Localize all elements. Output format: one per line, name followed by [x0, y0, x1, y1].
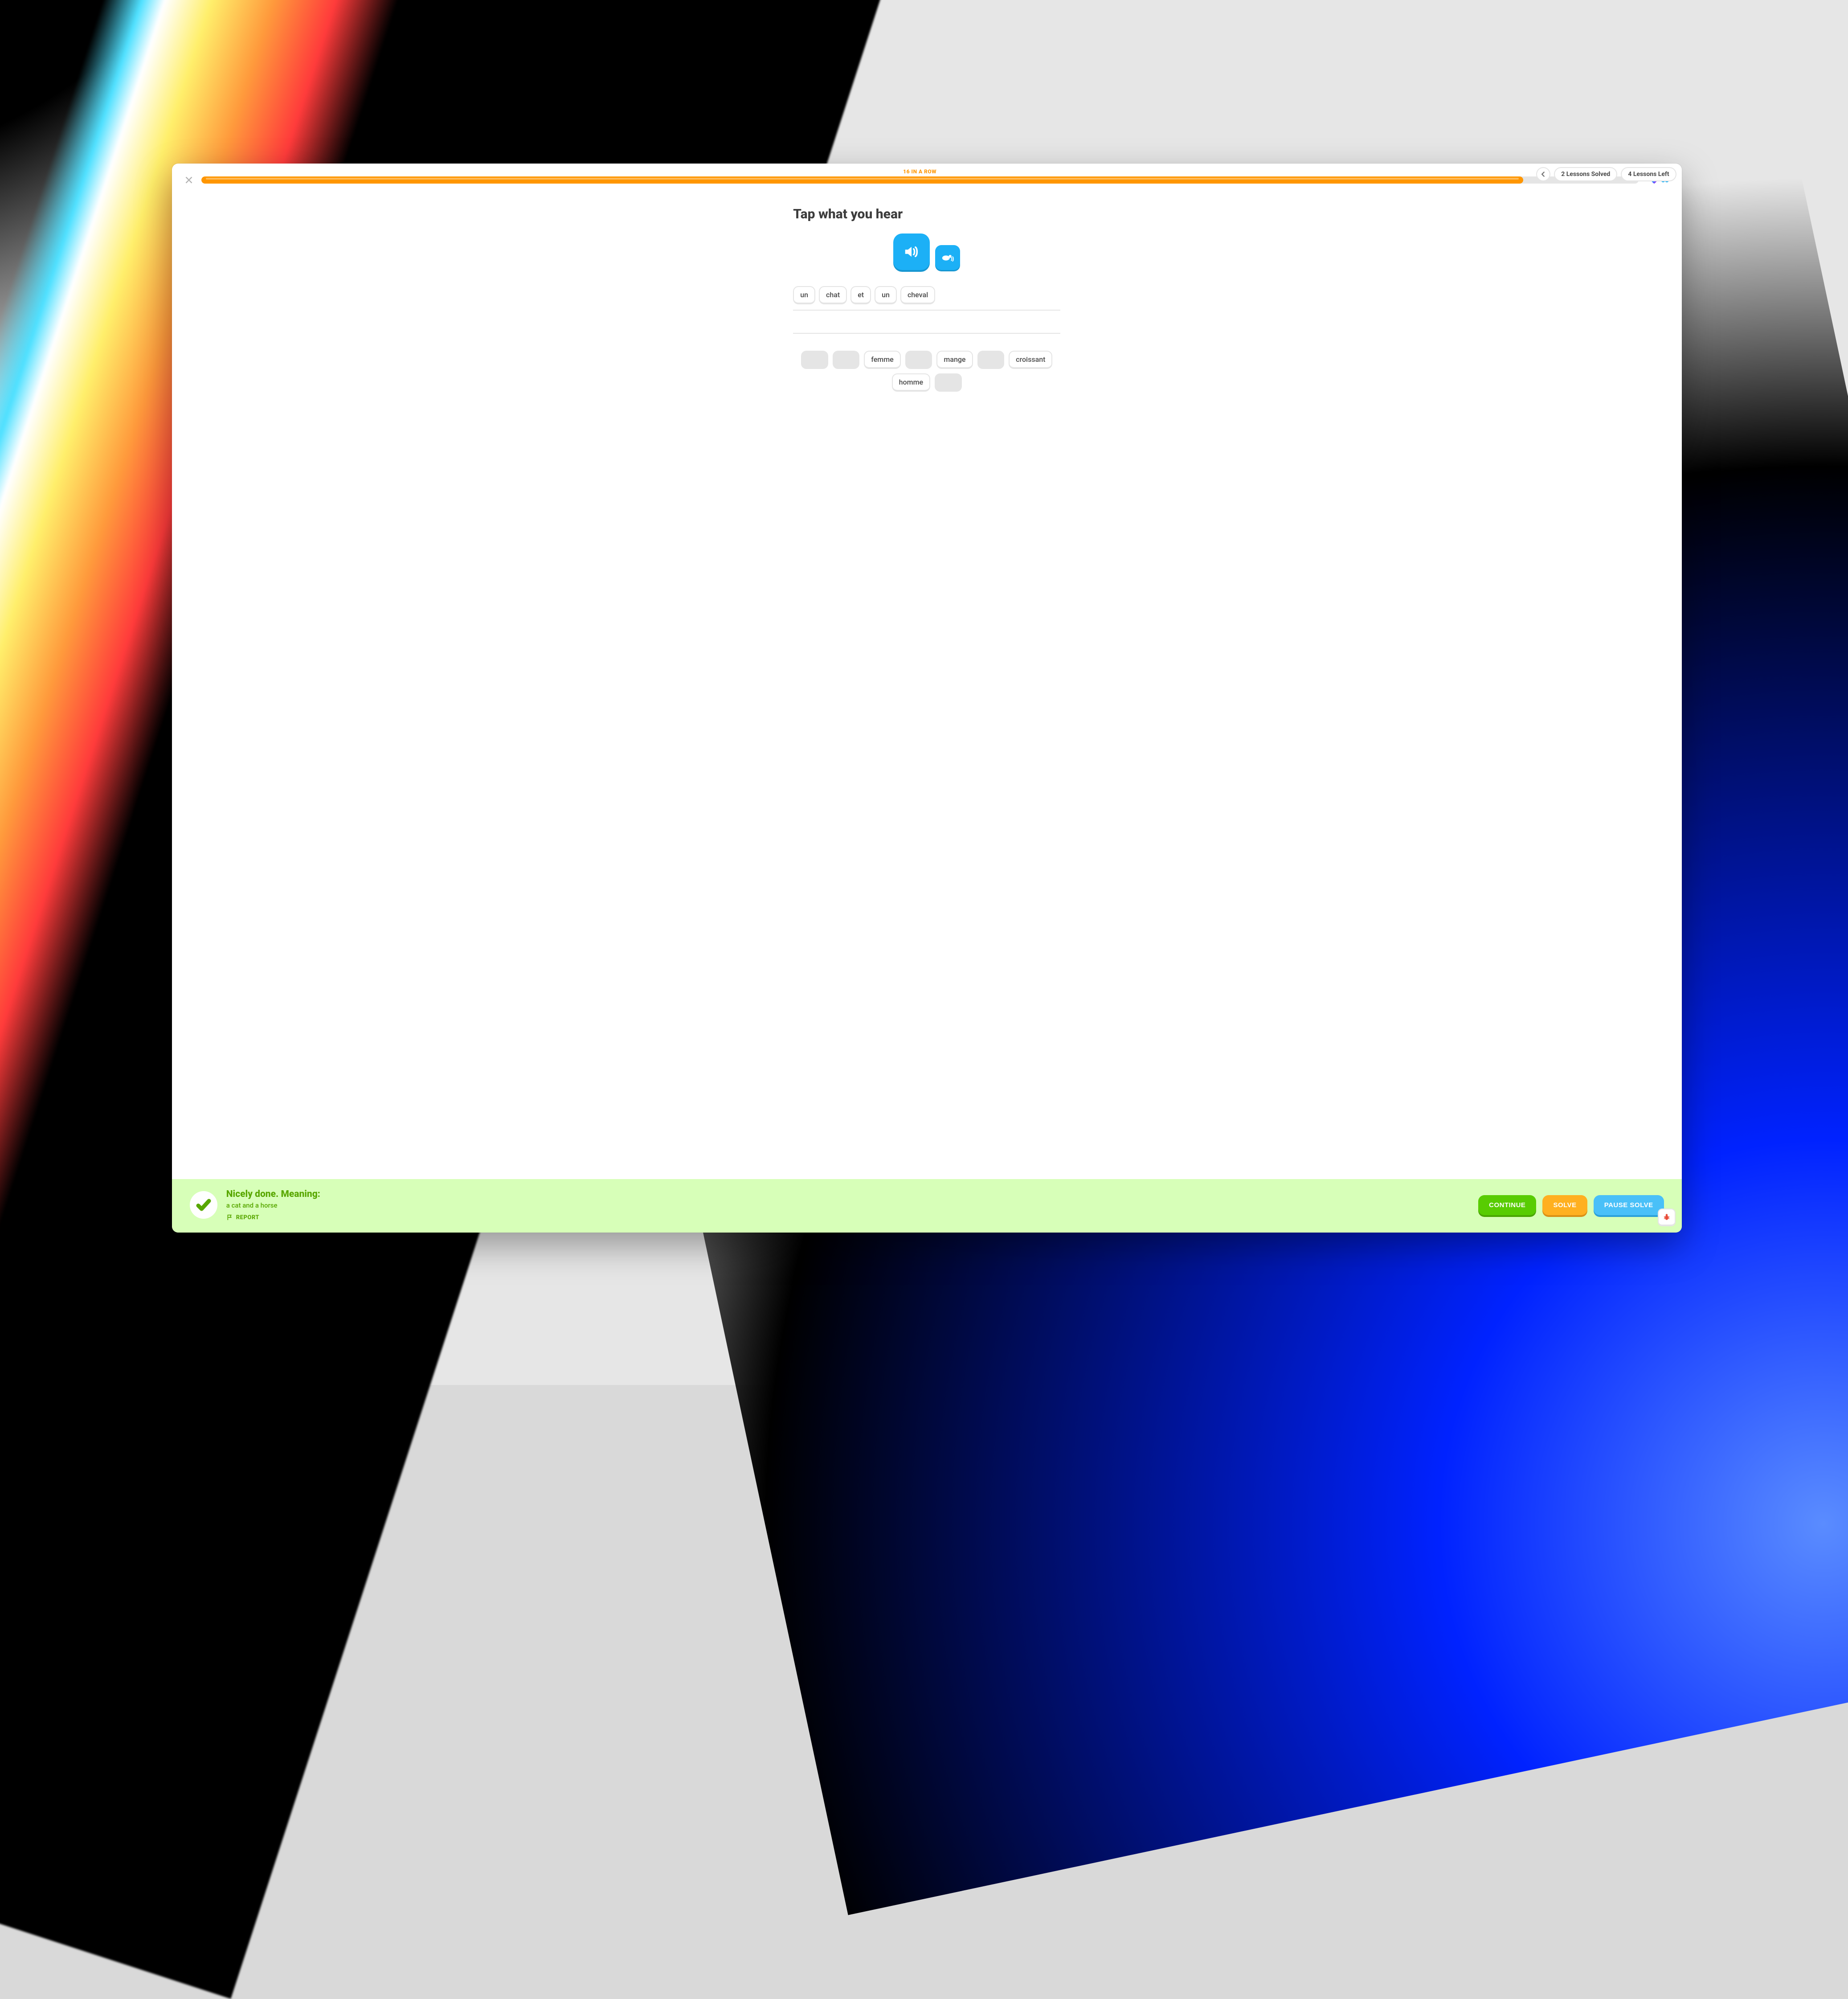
answer-chip[interactable]: et — [850, 286, 871, 304]
play-audio-button[interactable] — [893, 233, 930, 270]
report-label: REPORT — [236, 1214, 259, 1221]
audio-controls — [793, 233, 1060, 270]
word-bank-chip[interactable]: homme — [892, 373, 930, 392]
flag-icon — [226, 1214, 233, 1221]
bug-report-button[interactable] — [1658, 1208, 1676, 1226]
lessons-left-pill[interactable]: 4 Lessons Left — [1621, 167, 1676, 181]
exercise-area: Tap what you hear — [172, 185, 1682, 1179]
close-icon — [184, 176, 193, 184]
feedback-subtitle: a cat and a horse — [226, 1201, 1469, 1209]
app-window: 2 Lessons Solved 4 Lessons Left 16 IN A … — [172, 164, 1682, 1233]
feedback-text: Nicely done. Meaning: a cat and a horse … — [226, 1189, 1469, 1221]
pause-solve-button[interactable]: PAUSE SOLVE — [1594, 1195, 1664, 1215]
back-button[interactable] — [1536, 167, 1550, 181]
answer-chip[interactable]: chat — [819, 286, 847, 304]
answer-chip[interactable]: un — [793, 286, 815, 304]
word-bank-chip[interactable]: femme — [864, 351, 900, 369]
close-button[interactable] — [184, 176, 193, 184]
answer-row[interactable]: unchatetuncheval — [793, 283, 1060, 311]
turtle-icon — [941, 251, 954, 264]
lessons-solved-pill[interactable]: 2 Lessons Solved — [1554, 167, 1617, 181]
report-button[interactable]: REPORT — [226, 1214, 1469, 1221]
progress-track — [201, 176, 1639, 184]
chevron-left-icon — [1540, 171, 1546, 177]
solve-button[interactable]: SOLVE — [1542, 1195, 1587, 1215]
feedback-title: Nicely done. Meaning: — [226, 1189, 1469, 1200]
footer-actions: CONTINUE SOLVE PAUSE SOLVE — [1478, 1195, 1664, 1215]
correct-badge — [190, 1191, 217, 1219]
speaker-icon — [903, 243, 920, 260]
answer-row-empty[interactable] — [793, 310, 1060, 334]
word-bank-chip[interactable]: croissant — [1009, 351, 1052, 369]
word-bank-chip[interactable]: mange — [936, 351, 973, 369]
answer-chip[interactable]: cheval — [900, 286, 935, 304]
bug-icon — [1663, 1213, 1671, 1221]
word-bank-slot-used: ____ — [905, 351, 932, 369]
streak-label: 16 IN A ROW — [903, 168, 936, 175]
continue-button[interactable]: CONTINUE — [1478, 1195, 1536, 1215]
exercise-prompt: Tap what you hear — [793, 206, 1060, 222]
progress-bar: 16 IN A ROW — [201, 176, 1639, 184]
word-bank-slot-used: ____ — [833, 351, 860, 369]
lesson-header: 16 IN A ROW ∞ — [172, 164, 1682, 185]
word-bank-slot-used: ____ — [801, 351, 828, 369]
word-bank-slot-used: ____ — [935, 373, 962, 392]
play-slow-audio-button[interactable] — [935, 245, 960, 270]
answer-chip[interactable]: un — [875, 286, 897, 304]
word-bank: ________femme____mange____croissanthomme… — [793, 351, 1060, 392]
word-bank-slot-used: ____ — [977, 351, 1005, 369]
top-status-pills: 2 Lessons Solved 4 Lessons Left — [1536, 167, 1676, 181]
check-icon — [196, 1197, 212, 1213]
progress-fill — [201, 176, 1524, 184]
feedback-footer: Nicely done. Meaning: a cat and a horse … — [172, 1179, 1682, 1233]
